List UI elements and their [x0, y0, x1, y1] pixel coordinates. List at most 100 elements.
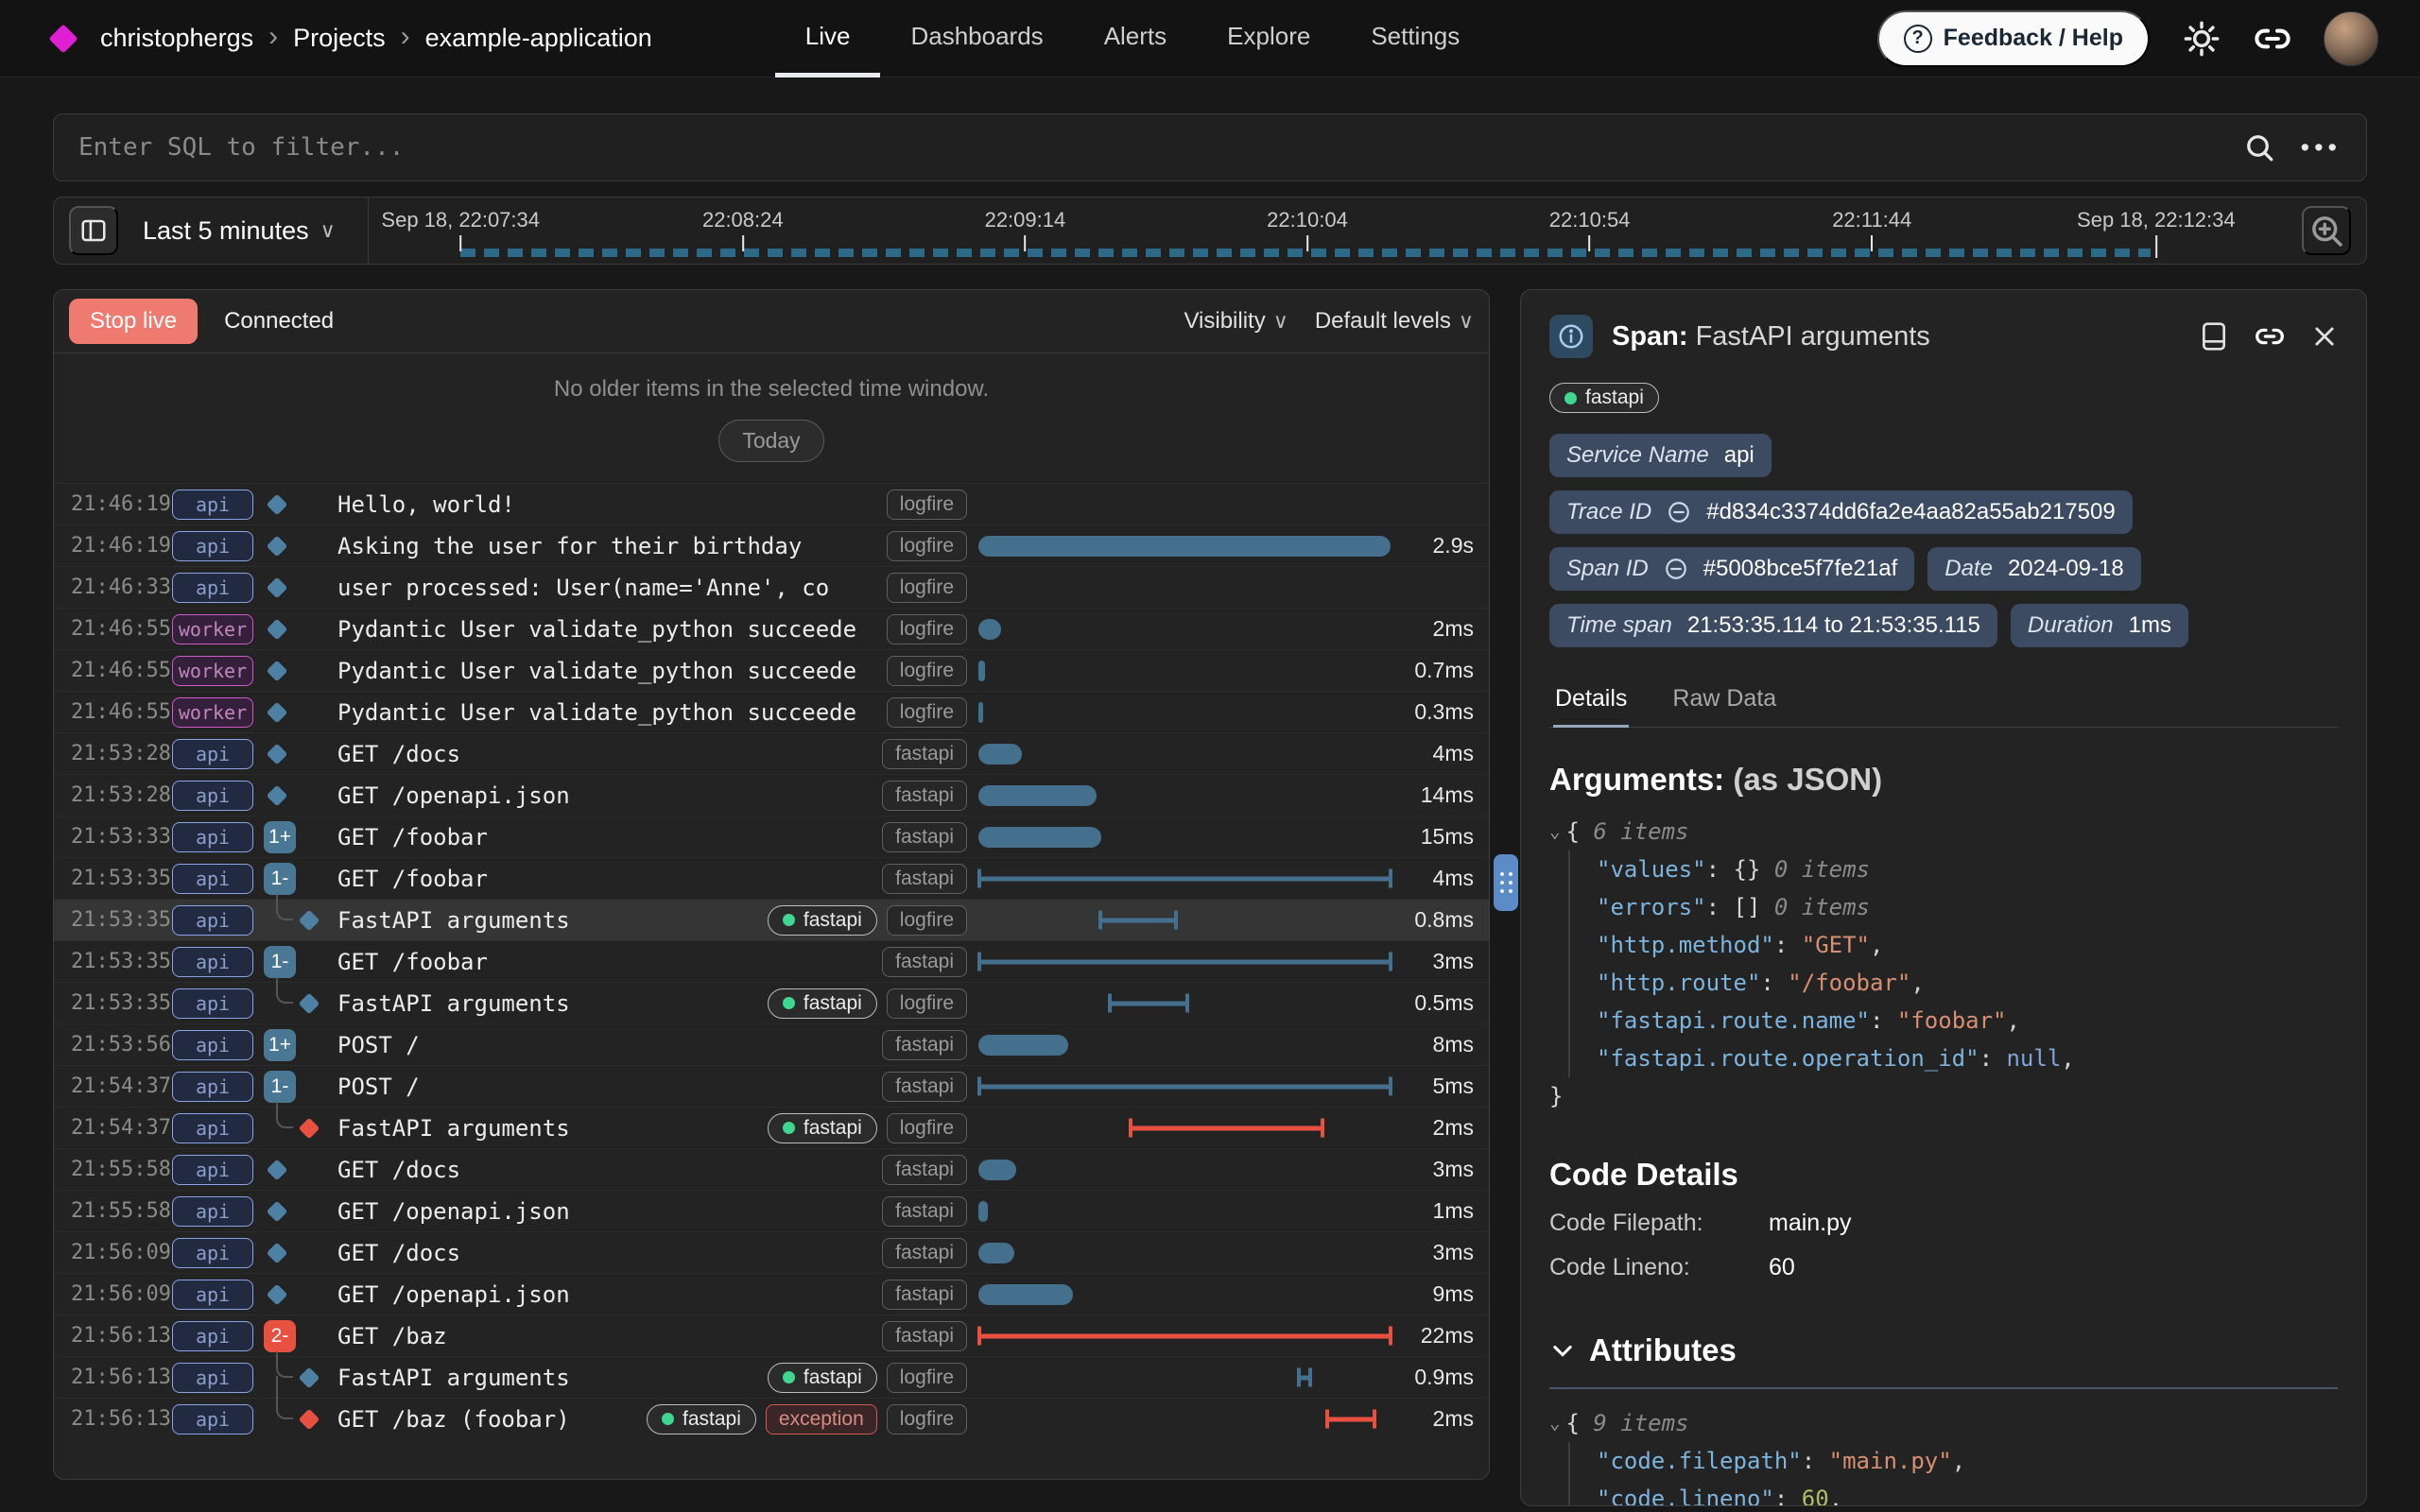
tag-api[interactable]: api: [172, 573, 253, 603]
badge-fastapi[interactable]: fastapi: [882, 739, 967, 769]
tag-api[interactable]: api: [172, 1363, 253, 1393]
badge-logfire[interactable]: logfire: [887, 697, 967, 728]
attributes-heading[interactable]: Attributes: [1549, 1332, 2338, 1368]
span-row[interactable]: 21:54:37api1-POST /fastapi5ms: [54, 1065, 1489, 1107]
chip-span-id[interactable]: Span ID#5008bce5f7fe21af: [1549, 547, 1914, 591]
today-button[interactable]: Today: [718, 420, 823, 462]
visibility-dropdown[interactable]: Visibility ∨: [1184, 308, 1288, 335]
span-row[interactable]: 21:56:09apiGET /openapi.jsonfastapi9ms: [54, 1273, 1489, 1314]
badge-logfire[interactable]: logfire: [887, 614, 967, 644]
span-row[interactable]: 21:56:13apiFastAPI argumentsfastapilogfi…: [54, 1356, 1489, 1398]
span-row[interactable]: 21:53:35api1-GET /foobarfastapi3ms: [54, 940, 1489, 982]
span-row[interactable]: 21:55:58apiGET /docsfastapi3ms: [54, 1148, 1489, 1190]
panel-resize-handle[interactable]: [1494, 854, 1518, 911]
chip-service-name[interactable]: Service Nameapi: [1549, 434, 1772, 477]
span-row[interactable]: 21:46:55workerPydantic User validate_pyt…: [54, 649, 1489, 691]
span-row[interactable]: 21:54:37apiFastAPI argumentsfastapilogfi…: [54, 1107, 1489, 1148]
collapse-count-badge[interactable]: 1-: [264, 946, 296, 978]
tab-alerts[interactable]: Alerts: [1074, 0, 1197, 77]
tag-worker[interactable]: worker: [172, 697, 253, 728]
badge-logfire[interactable]: logfire: [887, 531, 967, 561]
breadcrumb-item-christophergs[interactable]: christophergs: [100, 24, 253, 53]
sidebar-toggle-button[interactable]: [69, 206, 118, 255]
badge-fastapi[interactable]: fastapi: [882, 781, 967, 811]
chip-time-span[interactable]: Time span21:53:35.114 to 21:53:35.115: [1549, 604, 1997, 647]
logfire-logo-icon[interactable]: [48, 24, 78, 53]
tag-api[interactable]: api: [172, 531, 253, 561]
badge-exception[interactable]: exception: [766, 1404, 877, 1435]
breadcrumb-item-Projects[interactable]: Projects: [293, 24, 386, 53]
tag-api[interactable]: api: [172, 988, 253, 1019]
span-row[interactable]: 21:53:35api1-GET /foobarfastapi4ms: [54, 857, 1489, 899]
span-row[interactable]: 21:46:19apiAsking the user for their bir…: [54, 524, 1489, 566]
collapse-count-badge[interactable]: 1+: [264, 1029, 296, 1061]
chip-date[interactable]: Date2024-09-18: [1927, 547, 2140, 591]
badge-logfire[interactable]: logfire: [887, 656, 967, 686]
span-row[interactable]: 21:46:19apiHello, world!logfire: [54, 483, 1489, 524]
badge-fastapi[interactable]: fastapi: [768, 988, 877, 1019]
badge-logfire[interactable]: logfire: [887, 490, 967, 520]
badge-fastapi[interactable]: fastapi: [882, 1196, 967, 1227]
tag-api[interactable]: api: [172, 739, 253, 769]
tag-api[interactable]: api: [172, 1238, 253, 1268]
tab-dashboards[interactable]: Dashboards: [880, 0, 1073, 77]
tag-api[interactable]: api: [172, 1030, 253, 1060]
badge-logfire[interactable]: logfire: [887, 988, 967, 1019]
timeline-zoom-icon[interactable]: [2302, 206, 2351, 255]
span-row[interactable]: 21:53:33api1+GET /foobarfastapi15ms: [54, 816, 1489, 857]
tag-api[interactable]: api: [172, 905, 253, 936]
badge-fastapi[interactable]: fastapi: [768, 1113, 877, 1143]
user-avatar[interactable]: [2324, 11, 2378, 66]
theme-toggle-icon[interactable]: [2182, 19, 2221, 59]
badge-fastapi[interactable]: fastapi: [882, 864, 967, 894]
chip-duration[interactable]: Duration1ms: [2011, 604, 2188, 647]
badge-logfire[interactable]: logfire: [887, 905, 967, 936]
badge-fastapi[interactable]: fastapi: [768, 1363, 877, 1393]
badge-logfire[interactable]: logfire: [887, 1404, 967, 1435]
span-row[interactable]: 21:53:28apiGET /docsfastapi4ms: [54, 732, 1489, 774]
badge-fastapi[interactable]: fastapi: [882, 1238, 967, 1268]
chip-trace-id[interactable]: Trace ID#d834c3374dd6fa2e4aa82a55ab21750…: [1549, 490, 2133, 534]
span-row[interactable]: 21:55:58apiGET /openapi.jsonfastapi1ms: [54, 1190, 1489, 1231]
span-row[interactable]: 21:53:35apiFastAPI argumentsfastapilogfi…: [54, 899, 1489, 940]
badge-fastapi[interactable]: fastapi: [882, 1280, 967, 1310]
collapse-count-badge[interactable]: 1-: [264, 1071, 296, 1103]
time-range-select[interactable]: Last 5 minutes ∨: [143, 216, 336, 246]
search-icon[interactable]: [2242, 130, 2276, 164]
badge-fastapi[interactable]: fastapi: [882, 822, 967, 852]
collapse-chevron-icon[interactable]: ⌄: [1549, 821, 1560, 842]
feedback-help-button[interactable]: ? Feedback / Help: [1877, 10, 2150, 67]
default-levels-dropdown[interactable]: Default levels ∨: [1315, 308, 1474, 335]
badge-fastapi[interactable]: fastapi: [882, 1155, 967, 1185]
sql-filter-input[interactable]: [78, 133, 2242, 162]
share-link-icon[interactable]: [2254, 20, 2291, 58]
copy-link-icon[interactable]: [2255, 321, 2285, 352]
tab-raw-data[interactable]: Raw Data: [1670, 676, 1778, 728]
tab-explore[interactable]: Explore: [1197, 0, 1340, 77]
span-row[interactable]: 21:56:09apiGET /docsfastapi3ms: [54, 1231, 1489, 1273]
span-row[interactable]: 21:46:55workerPydantic User validate_pyt…: [54, 608, 1489, 649]
timeline[interactable]: Sep 18, 22:07:3422:08:2422:09:1422:10:04…: [369, 198, 2289, 264]
tag-api[interactable]: api: [172, 1280, 253, 1310]
more-options-icon[interactable]: •••: [2301, 133, 2342, 163]
span-row[interactable]: 21:53:28apiGET /openapi.jsonfastapi14ms: [54, 774, 1489, 816]
span-row[interactable]: 21:53:35apiFastAPI argumentsfastapilogfi…: [54, 982, 1489, 1023]
service-tag-fastapi[interactable]: fastapi: [1549, 383, 1659, 413]
tag-worker[interactable]: worker: [172, 656, 253, 686]
badge-logfire[interactable]: logfire: [887, 1113, 967, 1143]
badge-fastapi[interactable]: fastapi: [768, 905, 877, 936]
span-row[interactable]: 21:46:33apiuser processed: User(name='An…: [54, 566, 1489, 608]
tag-api[interactable]: api: [172, 781, 253, 811]
tag-api[interactable]: api: [172, 864, 253, 894]
span-row[interactable]: 21:56:13api2-GET /bazfastapi22ms: [54, 1314, 1489, 1356]
badge-fastapi[interactable]: fastapi: [882, 1072, 967, 1102]
tag-api[interactable]: api: [172, 1321, 253, 1351]
tab-details[interactable]: Details: [1553, 676, 1629, 728]
badge-fastapi[interactable]: fastapi: [882, 1030, 967, 1060]
span-row[interactable]: 21:46:55workerPydantic User validate_pyt…: [54, 691, 1489, 732]
tag-api[interactable]: api: [172, 1196, 253, 1227]
span-row[interactable]: 21:53:56api1+POST /fastapi8ms: [54, 1023, 1489, 1065]
stop-live-button[interactable]: Stop live: [69, 299, 198, 344]
tab-settings[interactable]: Settings: [1340, 0, 1490, 77]
collapse-count-badge[interactable]: 1-: [264, 863, 296, 895]
